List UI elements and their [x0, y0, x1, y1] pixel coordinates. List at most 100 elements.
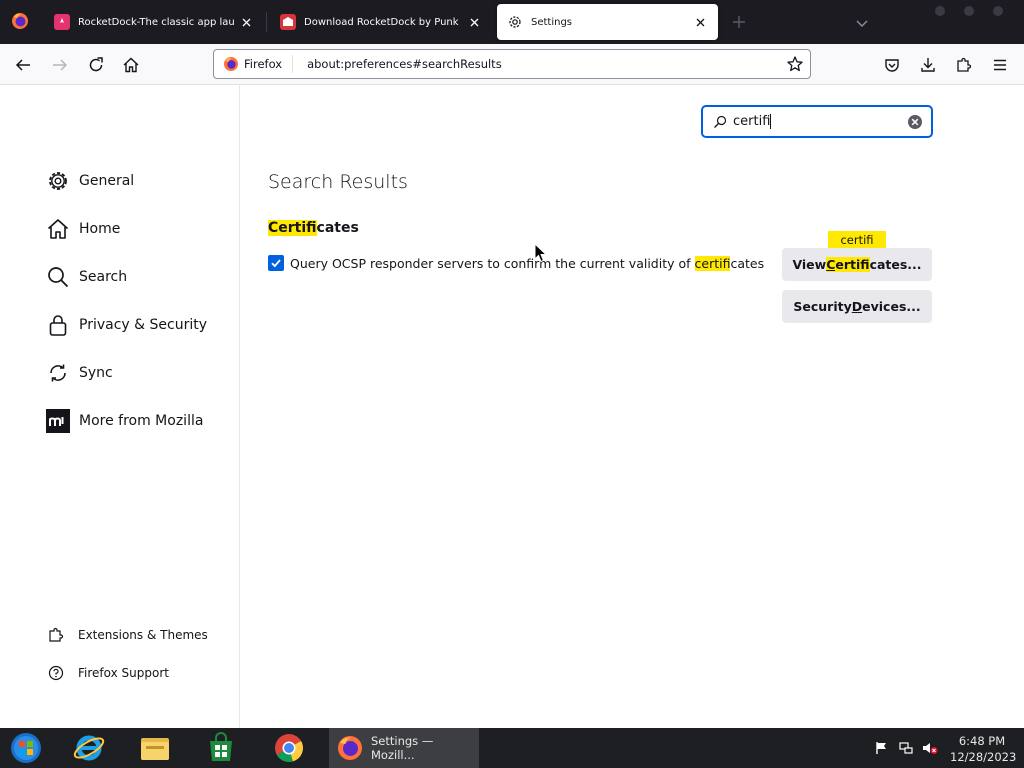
identity-label[interactable]: Firefox [244, 55, 294, 73]
help-icon [48, 665, 64, 681]
sidebar-footer-label: Extensions & Themes [78, 628, 208, 642]
button-text: Security [793, 299, 852, 314]
reload-icon[interactable] [87, 56, 105, 74]
ocsp-label: Query OCSP responder servers to confirm … [290, 255, 765, 271]
volume-muted-icon[interactable] [922, 741, 938, 755]
ocsp-label-text: Query OCSP responder servers to confirm … [290, 255, 695, 271]
tab-separator [266, 12, 267, 32]
navigation-toolbar: Firefox about:preferences#searchResults [0, 44, 1024, 85]
hamburger-menu-icon[interactable] [991, 56, 1009, 74]
firefox-view-icon[interactable] [10, 11, 30, 31]
maximize-button[interactable] [964, 6, 974, 16]
search-match-tooltip: certifi [828, 231, 886, 254]
ocsp-label-text: cates [730, 255, 765, 271]
security-devices-button[interactable]: Security Devices... [782, 290, 932, 323]
tab-rocketdock[interactable]: RocketDock-The classic app launch [44, 4, 264, 40]
close-tab-icon[interactable] [692, 14, 708, 30]
sidebar-link-firefox-support[interactable]: Firefox Support [48, 663, 169, 683]
firefox-logo-icon [223, 56, 239, 72]
search-value: certifi [733, 114, 771, 129]
taskbar-firefox-window[interactable]: Settings — Mozill... [329, 728, 479, 768]
tab-title: RocketDock-The classic app launch [78, 16, 234, 28]
chrome-icon[interactable] [272, 732, 306, 764]
bookmark-star-icon[interactable] [786, 55, 804, 73]
gear-icon [46, 169, 70, 193]
sidebar-item-search[interactable]: Search [46, 263, 127, 291]
start-orb-icon[interactable] [9, 732, 43, 764]
search-icon [713, 115, 727, 129]
sidebar-item-label: More from Mozilla [79, 413, 204, 429]
downloads-icon[interactable] [919, 56, 937, 74]
back-arrow-icon[interactable] [14, 56, 32, 74]
tab-title: Download RocketDock by Punk Labs [304, 16, 462, 28]
certificates-heading: Certificates [268, 220, 359, 236]
punklabs-favicon [280, 14, 296, 30]
network-icon[interactable] [899, 741, 913, 755]
new-tab-icon[interactable] [731, 14, 747, 30]
puzzle-icon [48, 627, 64, 643]
sidebar-link-extensions-themes[interactable]: Extensions & Themes [48, 625, 208, 645]
sidebar-item-label: Privacy & Security [79, 317, 207, 333]
settings-search-input[interactable]: certifi [701, 105, 933, 138]
close-tab-icon[interactable] [238, 14, 254, 30]
windows-taskbar: Settings — Mozill... 6:48 PM 12/28/2023 [0, 728, 1024, 768]
extensions-puzzle-icon[interactable] [955, 56, 973, 74]
url-text[interactable]: about:preferences#searchResults [307, 57, 786, 71]
search-highlight: ertifi [835, 257, 870, 272]
home-icon[interactable] [122, 56, 140, 74]
search-highlight: Certifi [268, 220, 317, 236]
button-text: cates... [869, 257, 922, 272]
sidebar-item-general[interactable]: General [46, 167, 134, 195]
internet-explorer-icon[interactable] [72, 732, 106, 764]
firefox-logo-icon [336, 734, 364, 762]
accesskey-letter: D [851, 299, 863, 314]
pocket-icon[interactable] [883, 56, 901, 74]
sidebar-item-label: Sync [79, 365, 113, 381]
gear-icon [507, 14, 523, 30]
lock-icon [46, 313, 70, 337]
sidebar-item-home[interactable]: Home [46, 215, 120, 243]
tab-bar: RocketDock-The classic app launch Downlo… [0, 0, 1024, 44]
clock-time: 6:48 PM [958, 734, 1006, 748]
store-icon[interactable] [204, 732, 238, 764]
file-explorer-icon[interactable] [138, 732, 172, 764]
action-center-flag-icon[interactable] [875, 741, 889, 755]
sync-icon [46, 361, 70, 385]
taskbar-window-title: Settings — Mozill... [371, 734, 434, 762]
sidebar-footer-label: Firefox Support [78, 666, 169, 680]
sidebar-item-more-from-mozilla[interactable]: More from Mozilla [46, 407, 203, 435]
mouse-pointer-icon [534, 243, 548, 263]
tab-title: Settings [531, 16, 573, 28]
url-bar[interactable]: Firefox about:preferences#searchResults [213, 49, 811, 79]
system-clock[interactable]: 6:48 PM 12/28/2023 [950, 733, 1016, 765]
heading-text: cates [316, 220, 359, 236]
settings-sidebar: General Home Search Privacy & Security S… [0, 85, 240, 728]
tab-settings[interactable]: Settings [497, 4, 718, 40]
forward-arrow-icon[interactable] [51, 56, 69, 74]
sidebar-item-sync[interactable]: Sync [46, 359, 113, 387]
text-caret [770, 114, 772, 129]
search-highlight: certifi [694, 255, 731, 271]
rocketdock-favicon [54, 14, 70, 30]
view-certificates-button[interactable]: View Certifi cates... [782, 248, 932, 281]
accesskey-highlight: C [826, 257, 836, 272]
close-window-button[interactable] [993, 6, 1003, 16]
ocsp-checkbox-row[interactable]: Query OCSP responder servers to confirm … [268, 255, 764, 271]
clear-search-icon[interactable] [907, 114, 923, 130]
home-icon [46, 217, 70, 241]
mozilla-icon [46, 409, 70, 433]
button-text: View [792, 257, 827, 272]
sidebar-item-label: General [79, 173, 135, 189]
search-query[interactable]: certifi [733, 114, 907, 129]
minimize-button[interactable] [935, 6, 945, 16]
chevron-down-icon[interactable] [854, 15, 870, 31]
sidebar-item-label: Home [79, 221, 121, 237]
settings-main: certifi Search Results Certificates Quer… [240, 85, 1024, 728]
close-tab-icon[interactable] [466, 14, 482, 30]
button-text: evices... [862, 299, 921, 314]
tab-punklabs[interactable]: Download RocketDock by Punk Labs [270, 4, 492, 40]
search-icon [46, 265, 70, 289]
sidebar-item-label: Search [79, 269, 128, 285]
sidebar-item-privacy[interactable]: Privacy & Security [46, 311, 207, 339]
ocsp-checkbox[interactable] [268, 255, 284, 271]
